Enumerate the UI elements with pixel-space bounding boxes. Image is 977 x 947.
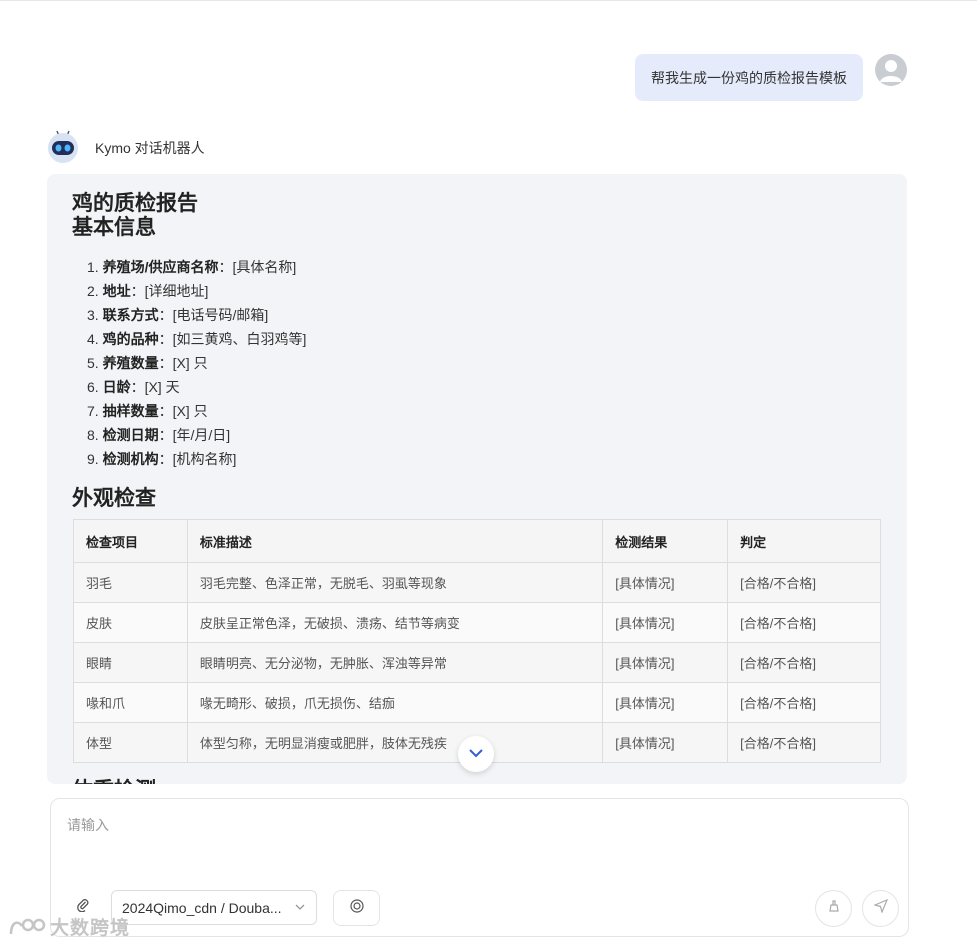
chat-input-box: 2024Qimo_cdn / Douba...	[50, 798, 909, 937]
column-header: 判定	[727, 519, 881, 563]
watermark: 大数跨境	[8, 913, 130, 940]
column-header: 标准描述	[186, 519, 604, 563]
column-header: 检查项目	[73, 519, 188, 563]
report-card: 鸡的质检报告 基本信息 1. 养殖场/供应商名称：[具体名称] 2. 地址：[详…	[47, 174, 907, 784]
user-avatar-icon	[875, 54, 907, 86]
section-weight: 体重检测	[72, 774, 156, 784]
column-header: 检测结果	[602, 519, 729, 563]
list-item: 3. 联系方式：[电话号码/邮箱]	[87, 307, 269, 323]
section-basic-info: 基本信息	[72, 216, 156, 239]
send-button[interactable]	[862, 890, 899, 927]
list-item: 6. 日龄：[X] 天	[87, 379, 180, 395]
table-row: 羽毛 羽毛完整、色泽正常，无脱毛、羽虱等现象 [具体情况] [合格/不合格]	[73, 562, 881, 603]
watermark-text: 大数跨境	[50, 918, 131, 939]
table-row: 眼睛 眼睛明亮、无分泌物，无肿胀、浑浊等异常 [具体情况] [合格/不合格]	[73, 642, 881, 683]
model-select-value: 2024Qimo_cdn / Douba...	[122, 899, 282, 916]
send-icon	[872, 898, 888, 918]
chevron-down-icon	[294, 900, 306, 916]
list-item: 4. 鸡的品种：[如三黄鸡、白羽鸡等]	[87, 331, 307, 347]
scroll-to-bottom-button[interactable]	[458, 736, 494, 772]
table-header-row: 检查项目 标准描述 检测结果 判定	[73, 519, 881, 563]
model-select[interactable]: 2024Qimo_cdn / Douba...	[111, 890, 317, 925]
table-row: 喙和爪 喙无畸形、破损，爪无损伤、结痂 [具体情况] [合格/不合格]	[73, 682, 881, 723]
user-message-text: 帮我生成一份鸡的质检报告模板	[651, 69, 847, 86]
chevron-down-icon	[469, 745, 483, 763]
table-row: 皮肤 皮肤呈正常色泽，无破损、溃疡、结节等病变 [具体情况] [合格/不合格]	[73, 602, 881, 643]
report-title-text: 鸡的质检报告	[72, 192, 198, 215]
section-appearance: 外观检查	[72, 487, 156, 510]
list-item: 1. 养殖场/供应商名称：[具体名称]	[87, 259, 297, 275]
appearance-table: 检查项目 标准描述 检测结果 判定 羽毛 羽毛完整、色泽正常，无脱毛、羽虱等现象[…	[73, 519, 881, 763]
emoji-icon	[349, 898, 364, 918]
emoji-button[interactable]	[333, 890, 380, 926]
user-message: 帮我生成一份鸡的质检报告模板	[635, 54, 863, 101]
list-item: 2. 地址：[详细地址]	[87, 283, 209, 299]
robot-icon	[46, 128, 80, 164]
list-item: 9. 检测机构：[机构名称]	[87, 451, 237, 467]
clear-button[interactable]	[815, 890, 852, 927]
list-item: 8. 检测日期：[年/月/日]	[87, 427, 231, 443]
list-item: 5. 养殖数量：[X] 只	[87, 355, 208, 371]
list-item: 7. 抽样数量：[X] 只	[87, 403, 208, 419]
chat-input[interactable]	[65, 813, 889, 877]
bot-name: Kymo 对话机器人	[95, 140, 205, 156]
report-title: 鸡的质检报告 基本信息	[72, 192, 198, 240]
clear-icon	[826, 898, 842, 919]
basic-info-list: 1. 养殖场/供应商名称：[具体名称] 2. 地址：[详细地址] 3. 联系方式…	[87, 255, 306, 471]
watermark-logo-icon	[9, 918, 46, 934]
top-divider	[0, 0, 977, 1]
